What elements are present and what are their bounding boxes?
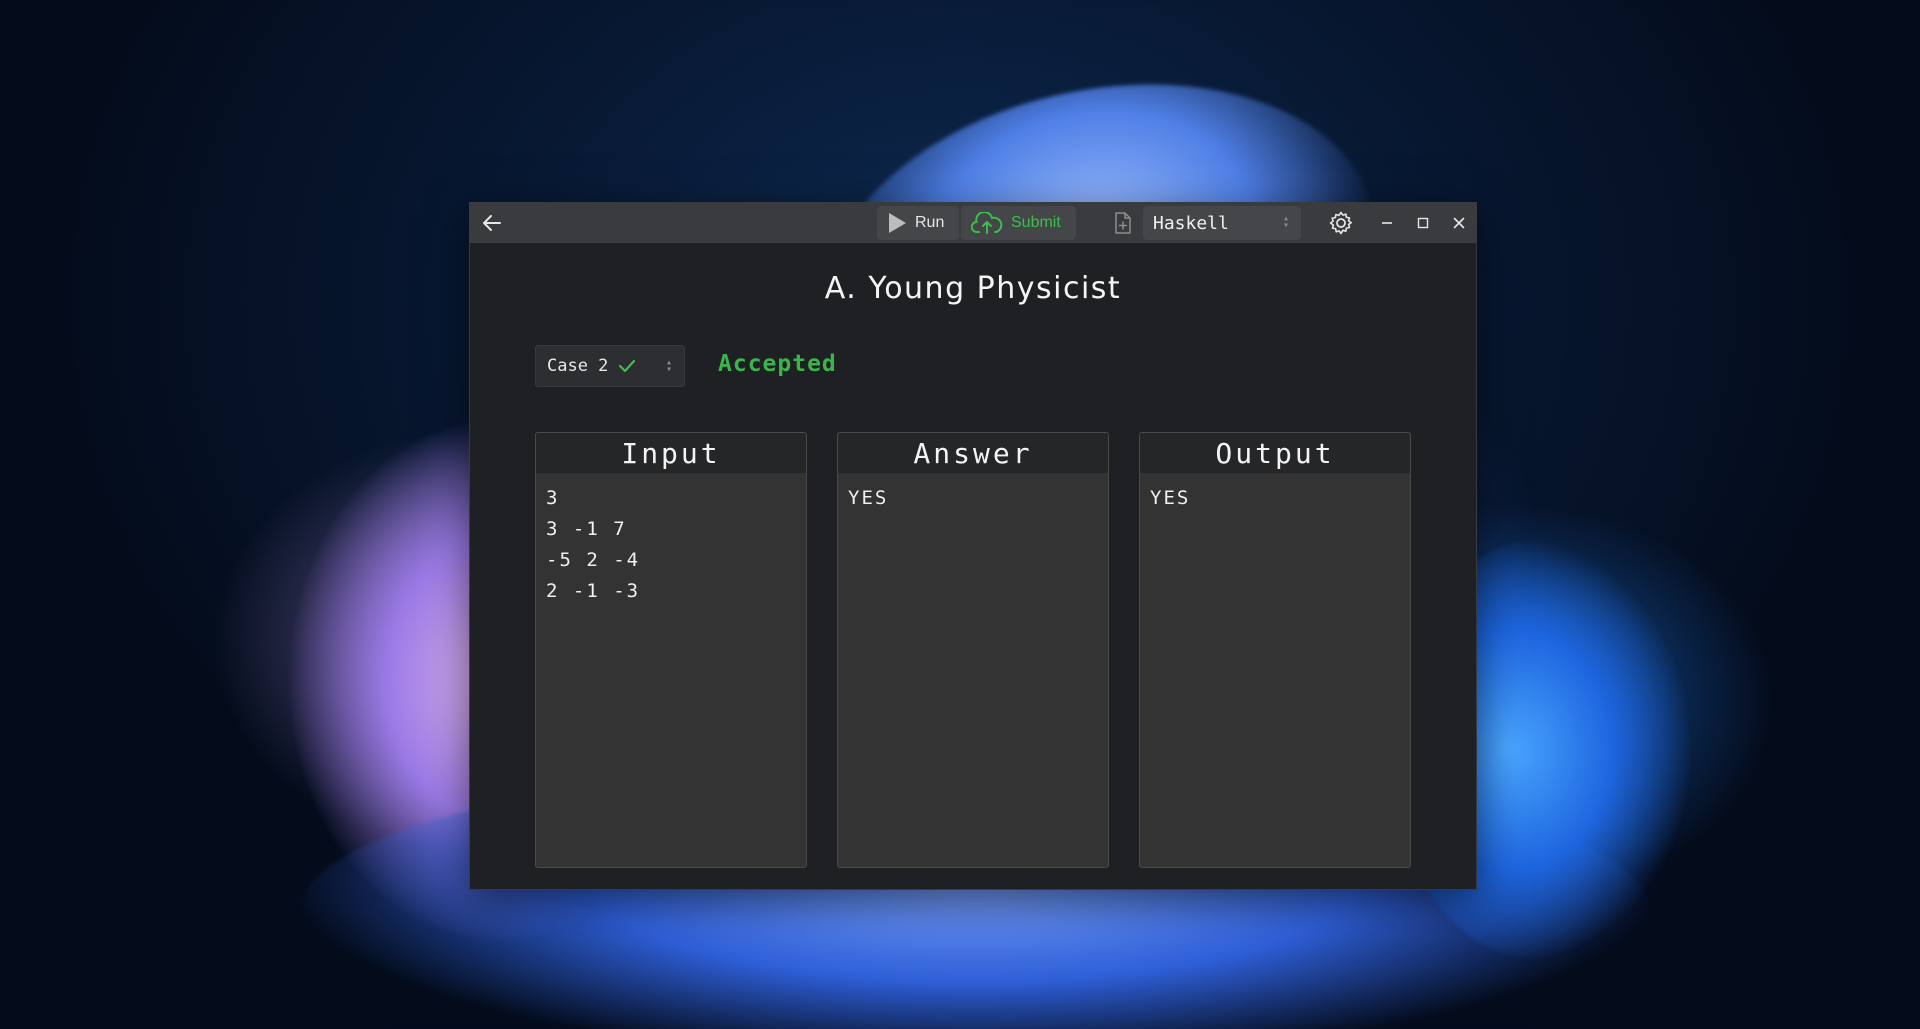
- input-panel: Input 3 3 -1 7 -5 2 -4 2 -1 -3: [535, 432, 807, 868]
- output-panel-content[interactable]: YES: [1140, 473, 1410, 524]
- run-label: Run: [915, 214, 945, 231]
- answer-panel-content[interactable]: YES: [838, 473, 1108, 524]
- answer-panel: Answer YES: [837, 432, 1109, 868]
- back-button[interactable]: [478, 209, 506, 237]
- chevron-updown-icon: ▴ ▾: [665, 357, 672, 375]
- play-icon: [889, 213, 906, 233]
- output-panel: Output YES: [1139, 432, 1411, 868]
- close-icon: [1453, 217, 1465, 229]
- maximize-button[interactable]: [1409, 209, 1437, 237]
- minimize-icon: [1382, 222, 1392, 224]
- minimize-button[interactable]: [1373, 209, 1401, 237]
- answer-line: YES: [848, 487, 889, 509]
- check-icon: [619, 359, 636, 373]
- problem-title: A. Young Physicist: [824, 271, 1122, 306]
- title-bar: Run Submit Haskell ▴ ▾: [470, 203, 1476, 243]
- output-panel-title: Output: [1140, 433, 1410, 473]
- app-window: Run Submit Haskell ▴ ▾ A. Young Physicis…: [469, 202, 1477, 890]
- input-line: 3 -1 7: [546, 518, 627, 540]
- answer-panel-title: Answer: [838, 433, 1108, 473]
- input-panel-title: Input: [536, 433, 806, 473]
- new-file-icon[interactable]: [1112, 211, 1134, 235]
- case-label: Case 2: [547, 356, 609, 376]
- case-select[interactable]: Case 2 ▴ ▾: [535, 345, 685, 387]
- input-panel-content[interactable]: 3 3 -1 7 -5 2 -4 2 -1 -3: [536, 473, 806, 617]
- close-button[interactable]: [1445, 209, 1473, 237]
- language-value: Haskell: [1153, 212, 1229, 234]
- run-button[interactable]: Run: [877, 206, 959, 240]
- verdict-status: Accepted: [718, 351, 837, 377]
- maximize-icon: [1417, 217, 1429, 229]
- submit-button[interactable]: Submit: [961, 206, 1076, 240]
- input-line: 3: [546, 487, 560, 509]
- cloud-upload-icon: [971, 212, 1003, 234]
- input-line: -5 2 -4: [546, 549, 641, 571]
- chevron-updown-icon: ▴ ▾: [1282, 213, 1289, 231]
- language-select[interactable]: Haskell ▴ ▾: [1143, 206, 1301, 240]
- output-line: YES: [1150, 487, 1191, 509]
- input-line: 2 -1 -3: [546, 580, 641, 602]
- submit-label: Submit: [1011, 214, 1061, 231]
- arrow-left-icon: [483, 215, 501, 231]
- gear-icon[interactable]: [1328, 210, 1354, 236]
